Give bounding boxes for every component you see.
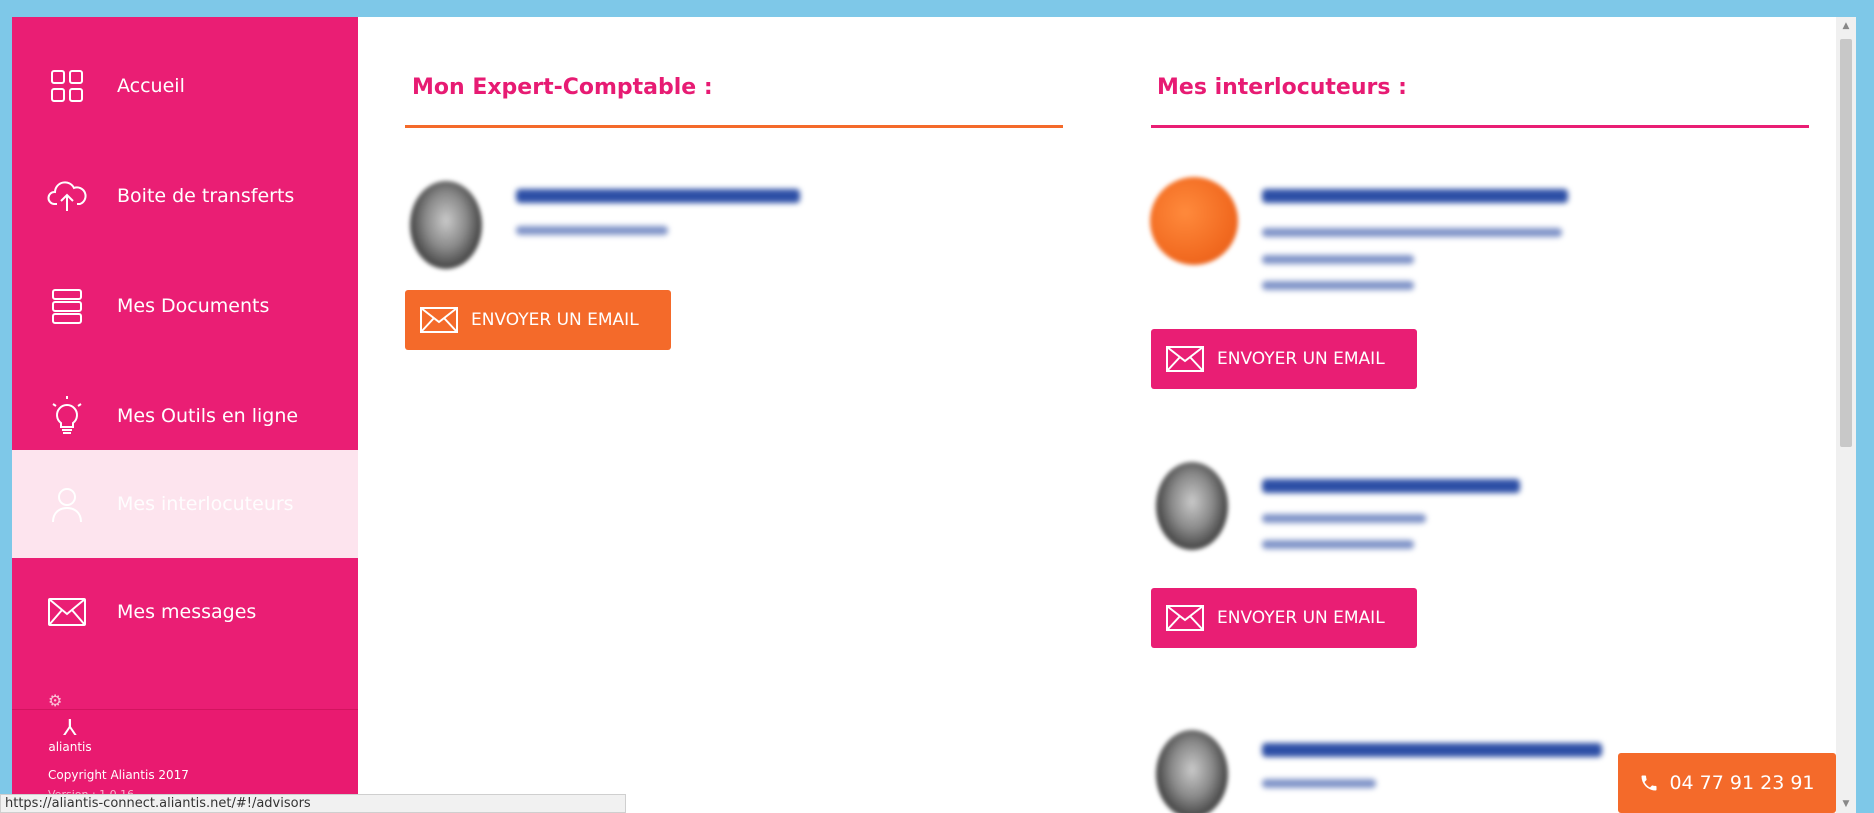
- sidebar-item-label: Mes Documents: [117, 295, 270, 317]
- send-email-button[interactable]: ENVOYER UN EMAIL: [1151, 329, 1417, 389]
- contact-phone-redacted: [1262, 281, 1414, 290]
- phone-number: 04 77 91 23 91: [1669, 772, 1815, 794]
- aliantis-logo: ⅄ aliantis: [48, 716, 92, 755]
- cloud-upload-icon: [47, 176, 87, 216]
- expert-divider: [405, 125, 1063, 128]
- stack-icon: [47, 286, 87, 326]
- send-email-label: ENVOYER UN EMAIL: [471, 310, 639, 330]
- contact-name-redacted: [1262, 479, 1520, 493]
- vertical-scrollbar[interactable]: ▲ ▼: [1836, 17, 1856, 813]
- avatar: [1156, 730, 1228, 813]
- sidebar-item-mes-interlocuteurs[interactable]: Mes interlocuteurs: [12, 450, 358, 558]
- sidebar-item-mes-documents[interactable]: Mes Documents: [12, 252, 358, 360]
- contact-name-redacted: [1262, 189, 1568, 203]
- send-email-button[interactable]: ENVOYER UN EMAIL: [1151, 588, 1417, 648]
- scrollbar-thumb[interactable]: [1840, 39, 1852, 447]
- send-email-label: ENVOYER UN EMAIL: [1217, 349, 1385, 369]
- scroll-down-arrow-icon[interactable]: ▼: [1836, 795, 1856, 813]
- gear-icon[interactable]: ⚙: [48, 691, 62, 710]
- phone-call-button[interactable]: 04 77 91 23 91: [1618, 753, 1836, 813]
- user-icon: [47, 484, 87, 524]
- sidebar: Accueil Boite de transferts Mes Document…: [12, 17, 358, 813]
- grid-icon: [47, 66, 87, 106]
- copyright-text: Copyright Aliantis 2017: [48, 768, 189, 782]
- contact-role-redacted: [1262, 779, 1376, 788]
- contact-role-redacted: [1262, 228, 1562, 237]
- contact-phone-redacted: [516, 226, 668, 235]
- contact-phone-redacted: [1262, 540, 1414, 549]
- interlocuteurs-title: Mes interlocuteurs :: [1157, 75, 1407, 100]
- avatar: [1150, 177, 1238, 265]
- avatar: [1156, 462, 1228, 550]
- envelope-icon: [47, 592, 87, 632]
- contact-name-redacted: [1262, 743, 1602, 757]
- sidebar-item-label: Boite de transferts: [117, 185, 295, 207]
- phone-icon: [1641, 775, 1657, 791]
- aliantis-logo-mark: ⅄: [63, 716, 77, 741]
- interlocuteurs-divider: [1151, 125, 1809, 128]
- scroll-up-arrow-icon[interactable]: ▲: [1836, 17, 1856, 35]
- avatar: [410, 181, 482, 269]
- contact-phone-redacted: [1262, 255, 1414, 264]
- send-email-button[interactable]: ENVOYER UN EMAIL: [405, 290, 671, 350]
- sidebar-item-accueil[interactable]: Accueil: [12, 32, 358, 140]
- browser-status-url: https://aliantis-connect.aliantis.net/#!…: [0, 794, 626, 813]
- sidebar-item-label: Mes interlocuteurs: [117, 493, 294, 515]
- sidebar-item-label: Accueil: [117, 75, 185, 97]
- sidebar-item-boite-de-transferts[interactable]: Boite de transferts: [12, 142, 358, 250]
- envelope-icon: [1165, 345, 1205, 373]
- sidebar-item-label: Mes messages: [117, 601, 257, 623]
- aliantis-logo-word: aliantis: [48, 740, 92, 754]
- envelope-icon: [419, 306, 459, 334]
- expert-comptable-title: Mon Expert-Comptable :: [412, 75, 713, 100]
- send-email-label: ENVOYER UN EMAIL: [1217, 608, 1385, 628]
- contact-role-redacted: [1262, 514, 1426, 523]
- app-frame: Accueil Boite de transferts Mes Document…: [12, 17, 1856, 813]
- envelope-icon: [1165, 604, 1205, 632]
- sidebar-item-mes-messages[interactable]: Mes messages: [12, 558, 358, 666]
- contact-name-redacted: [516, 189, 800, 203]
- lightbulb-icon: [47, 396, 87, 436]
- sidebar-item-label: Mes Outils en ligne: [117, 405, 299, 427]
